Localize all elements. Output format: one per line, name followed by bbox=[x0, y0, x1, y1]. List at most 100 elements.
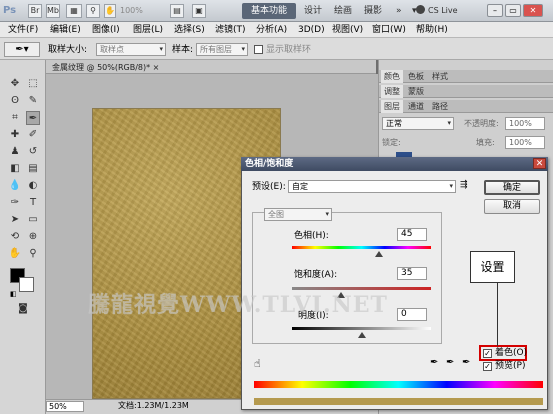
chevron-down-icon: ▾ bbox=[447, 119, 451, 127]
workspace-basic-button[interactable]: 基本功能 bbox=[242, 3, 296, 19]
chevron-down-icon: ▾ bbox=[449, 182, 453, 190]
tab-styles[interactable]: 样式 bbox=[429, 70, 451, 83]
3d-orbit-tool-icon[interactable]: ⊕ bbox=[26, 230, 40, 244]
preview-label: 预览(P) bbox=[495, 361, 526, 371]
zoom-tool-icon[interactable]: ⚲ bbox=[86, 4, 100, 18]
menu-3d[interactable]: 3D(D) bbox=[298, 22, 325, 38]
path-selection-tool-icon[interactable]: ➤ bbox=[8, 213, 22, 227]
target-adjust-hand-icon[interactable]: ☝ bbox=[254, 357, 261, 370]
cancel-button[interactable]: 取消 bbox=[484, 199, 540, 214]
colorize-checkbox[interactable]: ✓ bbox=[483, 349, 492, 358]
eyedropper-preset-icon[interactable]: ✒▾ bbox=[4, 42, 40, 57]
ok-button[interactable]: 确定 bbox=[484, 180, 540, 195]
preview-checkbox[interactable]: ✓ bbox=[483, 362, 492, 371]
crop-tool-icon[interactable]: ⌗ bbox=[8, 111, 22, 125]
blend-mode-select[interactable]: 正常 ▾ bbox=[382, 117, 454, 130]
tab-paths[interactable]: 路径 bbox=[429, 100, 451, 113]
saturation-field[interactable]: 35 bbox=[397, 267, 427, 280]
quick-selection-tool-icon[interactable]: ✎ bbox=[26, 94, 40, 108]
hand-icon[interactable]: ✋ bbox=[104, 4, 116, 18]
tab-adjustments[interactable]: 调整 bbox=[381, 85, 403, 98]
shape-tool-icon[interactable]: ▭ bbox=[26, 213, 40, 227]
marquee-tool-icon[interactable]: ⬚ bbox=[26, 77, 40, 91]
lightness-slider-thumb[interactable] bbox=[357, 332, 366, 338]
extras-icon[interactable]: ▦ bbox=[66, 4, 82, 18]
close-window-button[interactable]: ✕ bbox=[523, 4, 543, 17]
menu-layer[interactable]: 图层(L) bbox=[133, 22, 163, 38]
show-ring-checkbox[interactable] bbox=[254, 45, 263, 54]
preset-select[interactable]: 自定 ▾ bbox=[288, 180, 456, 193]
eyedropper-plus-icon[interactable]: ✒ bbox=[446, 357, 454, 368]
spot-healing-tool-icon[interactable]: ✚ bbox=[8, 128, 22, 142]
move-tool-icon[interactable]: ✥ bbox=[8, 77, 22, 91]
menu-image[interactable]: 图像(I) bbox=[92, 22, 120, 38]
bridge-icon[interactable]: Br bbox=[28, 4, 42, 18]
dialog-close-button[interactable]: ✕ bbox=[533, 158, 546, 169]
sample-select[interactable]: 所有图层 ▾ bbox=[196, 43, 248, 56]
eraser-tool-icon[interactable]: ◧ bbox=[8, 162, 22, 176]
workspace-more-icon[interactable]: » bbox=[396, 3, 402, 19]
menu-help[interactable]: 帮助(H) bbox=[416, 22, 448, 38]
fill-field[interactable]: 100% bbox=[505, 136, 545, 149]
menu-select[interactable]: 选择(S) bbox=[174, 22, 205, 38]
clone-stamp-tool-icon[interactable]: ♟ bbox=[8, 145, 22, 159]
gradient-tool-icon[interactable]: ▤ bbox=[26, 162, 40, 176]
eyedropper-icon[interactable]: ✒ bbox=[430, 357, 438, 368]
eyedropper-minus-icon[interactable]: ✒ bbox=[462, 357, 470, 368]
status-zoom-field[interactable]: 50% bbox=[46, 401, 84, 412]
eyedropper-tool-icon[interactable]: ✒ bbox=[26, 111, 40, 125]
tab-layers[interactable]: 图层 bbox=[381, 100, 403, 113]
cs-live-icon bbox=[416, 5, 425, 14]
menu-analysis[interactable]: 分析(A) bbox=[256, 22, 287, 38]
hue-slider-track[interactable] bbox=[292, 246, 431, 249]
photoshop-logo: Ps bbox=[3, 5, 17, 16]
hue-field[interactable]: 45 bbox=[397, 228, 427, 241]
default-colors-icon[interactable]: ◧ bbox=[10, 290, 17, 298]
zoom-tool-icon[interactable]: ⚲ bbox=[26, 247, 40, 261]
workspace-design-button[interactable]: 设计 bbox=[304, 3, 322, 19]
menu-window[interactable]: 窗口(W) bbox=[372, 22, 406, 38]
workspace-painting-button[interactable]: 绘画 bbox=[334, 3, 352, 19]
menu-file[interactable]: 文件(F) bbox=[8, 22, 38, 38]
minimize-button[interactable]: – bbox=[487, 4, 503, 17]
lightness-slider-track[interactable] bbox=[292, 327, 431, 330]
tab-channels[interactable]: 通道 bbox=[405, 100, 427, 113]
arrange-documents-icon[interactable]: ▤ bbox=[170, 4, 184, 18]
minibridge-icon[interactable]: Mb bbox=[46, 4, 60, 18]
document-tab[interactable]: 金属纹理 @ 50%(RGB/8)* × bbox=[52, 61, 172, 74]
callout-annotation: 设置 bbox=[470, 251, 515, 283]
chevron-down-icon: ▾ bbox=[159, 45, 163, 53]
sample-size-value: 取样点 bbox=[100, 45, 124, 54]
screen-mode-icon[interactable]: ▣ bbox=[192, 4, 206, 18]
hand-tool-icon[interactable]: ✋ bbox=[8, 247, 22, 261]
document-title: 金属纹理 @ 50%(RGB/8) bbox=[52, 63, 147, 72]
history-brush-tool-icon[interactable]: ↺ bbox=[26, 145, 40, 159]
menu-view[interactable]: 视图(V) bbox=[332, 22, 363, 38]
quick-mask-icon[interactable]: ◙ bbox=[16, 302, 30, 316]
blur-tool-icon[interactable]: 💧 bbox=[8, 179, 22, 193]
lasso-tool-icon[interactable]: ʘ bbox=[8, 94, 22, 108]
opacity-field[interactable]: 100% bbox=[505, 117, 545, 130]
zoom-level[interactable]: 100% bbox=[120, 4, 164, 18]
brush-tool-icon[interactable]: ✐ bbox=[26, 128, 40, 142]
close-tab-icon[interactable]: × bbox=[150, 63, 160, 72]
background-color-swatch[interactable] bbox=[19, 277, 34, 292]
type-tool-icon[interactable]: T bbox=[26, 196, 40, 210]
restore-button[interactable]: ▭ bbox=[505, 4, 521, 17]
tab-swatches[interactable]: 色板 bbox=[405, 70, 427, 83]
3d-rotate-tool-icon[interactable]: ⟲ bbox=[8, 230, 22, 244]
dodge-tool-icon[interactable]: ◐ bbox=[26, 179, 40, 193]
workspace-photography-button[interactable]: 摄影 bbox=[364, 3, 382, 19]
chevron-down-icon: ▾ bbox=[241, 45, 245, 53]
channel-value: 全图 bbox=[268, 210, 284, 219]
channel-select[interactable]: 全图 ▾ bbox=[264, 208, 332, 221]
sample-size-select[interactable]: 取样点 ▾ bbox=[96, 43, 166, 56]
hue-slider-thumb[interactable] bbox=[374, 251, 383, 257]
tab-masks[interactable]: 蒙版 bbox=[405, 85, 427, 98]
tab-color[interactable]: 颜色 bbox=[381, 70, 403, 83]
preset-options-icon[interactable]: ⇶ bbox=[460, 180, 468, 190]
cs-live-button[interactable]: CS Live bbox=[428, 4, 476, 18]
menu-edit[interactable]: 编辑(E) bbox=[50, 22, 81, 38]
menu-filter[interactable]: 滤镜(T) bbox=[215, 22, 246, 38]
pen-tool-icon[interactable]: ✑ bbox=[8, 196, 22, 210]
